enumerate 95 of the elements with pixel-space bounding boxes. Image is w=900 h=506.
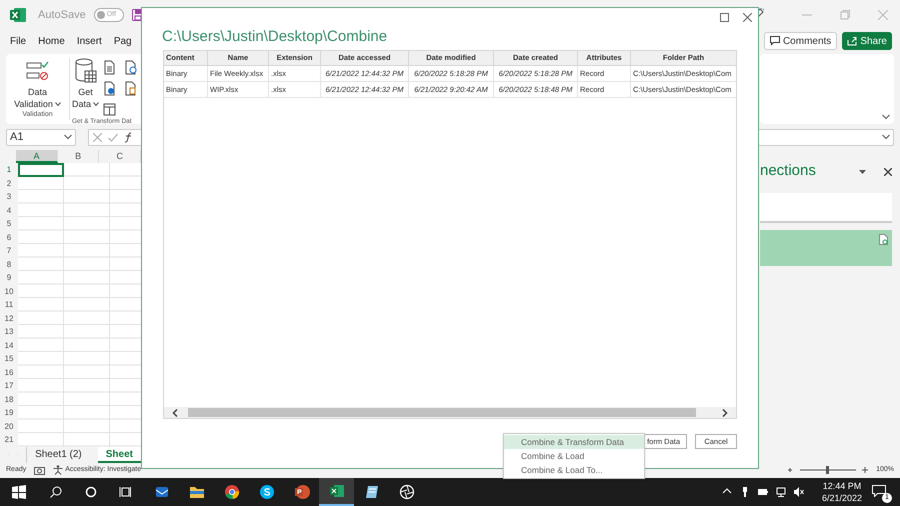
accessibility-icon xyxy=(53,465,64,476)
chevron-down-icon xyxy=(93,102,100,106)
horizontal-scrollbar[interactable] xyxy=(164,407,736,418)
notification-icon xyxy=(872,485,886,497)
share-icon xyxy=(847,36,858,46)
mute-speaker-icon xyxy=(794,487,804,497)
get-data-button[interactable]: Get Data xyxy=(72,58,100,117)
close-icon xyxy=(878,10,888,20)
column-header[interactable]: A xyxy=(16,150,58,164)
chevron-down-icon xyxy=(54,102,61,106)
button-label: Data xyxy=(72,98,92,110)
row-header[interactable]: 2 xyxy=(0,176,18,190)
table-file-icon xyxy=(124,80,138,96)
row-header[interactable]: 7 xyxy=(0,244,18,258)
zoom-slider-icon xyxy=(788,465,868,476)
dropdown-icon xyxy=(859,170,866,174)
notepad-icon xyxy=(364,484,380,500)
row-header[interactable]: 19 xyxy=(0,406,18,420)
refresh-file-icon xyxy=(879,234,888,245)
row-header[interactable]: 11 xyxy=(0,298,18,312)
formula-field[interactable] xyxy=(758,128,894,146)
mail-app-icon xyxy=(154,484,170,500)
row-header[interactable]: 21 xyxy=(0,433,18,447)
row-header[interactable]: 15 xyxy=(0,352,18,366)
search-icon xyxy=(50,486,62,498)
scroll-right-icon xyxy=(722,408,728,416)
browser-icon xyxy=(224,484,240,500)
sheet-tab[interactable]: Sheet1 (2) xyxy=(26,446,90,463)
maximize-icon xyxy=(720,13,729,22)
data-validation-button[interactable]: Data Validation xyxy=(14,60,61,110)
autosave-label: AutoSave xyxy=(38,8,86,23)
grid-icon xyxy=(103,102,116,117)
battery-icon xyxy=(758,487,768,497)
row-header[interactable]: 10 xyxy=(0,284,18,298)
folder-icon xyxy=(188,484,204,500)
camera-icon xyxy=(34,466,46,475)
validation-icon xyxy=(26,60,50,82)
row-header[interactable]: 1 xyxy=(0,163,18,177)
row-header[interactable]: 5 xyxy=(0,217,18,231)
check-icon xyxy=(108,132,118,142)
row-header[interactable]: 16 xyxy=(0,366,18,380)
restore-icon xyxy=(840,10,850,20)
scroll-left-icon xyxy=(172,408,178,416)
comments-button[interactable]: Comments xyxy=(764,32,838,50)
scrollbar-thumb[interactable] xyxy=(188,408,696,417)
row-header[interactable]: 4 xyxy=(0,204,18,218)
column-header[interactable]: B xyxy=(58,150,100,164)
ribbon-tab[interactable]: Insert xyxy=(76,34,102,49)
task-view-icon xyxy=(119,486,131,498)
cancel-icon xyxy=(93,132,102,142)
query-item[interactable] xyxy=(760,230,892,266)
windows-start-icon xyxy=(12,485,26,499)
skype-icon xyxy=(258,484,274,500)
row-header[interactable]: 20 xyxy=(0,420,18,434)
menu-item[interactable]: Combine & Load xyxy=(504,449,644,463)
chevron-down-icon xyxy=(882,134,890,140)
ribbon-tab[interactable]: Pag xyxy=(114,34,132,49)
selected-cell[interactable] xyxy=(18,163,64,177)
ribbon-tab[interactable]: Home xyxy=(38,34,65,49)
web-file-icon xyxy=(103,80,116,96)
button-label: Validation xyxy=(14,98,53,110)
share-button[interactable]: Share xyxy=(842,32,892,50)
row-header[interactable]: 12 xyxy=(0,312,18,326)
menu-item[interactable]: Combine & Transform Data xyxy=(504,435,644,449)
clock-date[interactable]: 6/21/2022 xyxy=(822,492,862,504)
clock-file-icon xyxy=(124,60,138,75)
network-icon xyxy=(776,487,786,497)
excel-app-icon xyxy=(328,483,344,499)
function-icon xyxy=(124,132,134,143)
circle-icon xyxy=(85,486,97,498)
clock-time[interactable]: 12:44 PM xyxy=(822,480,862,492)
menu-item[interactable]: Combine & Load To... xyxy=(504,463,644,477)
chevron-down-icon xyxy=(882,114,890,120)
row-header[interactable]: 3 xyxy=(0,190,18,204)
row-header[interactable]: 18 xyxy=(0,392,18,406)
comment-icon xyxy=(770,36,780,46)
dialog-title: C:\Users\Justin\Desktop\Combine xyxy=(161,28,388,46)
row-header[interactable]: 9 xyxy=(0,271,18,285)
sheet-tab[interactable]: Sheet xyxy=(98,446,141,463)
close-icon xyxy=(884,168,892,176)
excel-logo-icon xyxy=(10,7,26,24)
database-icon xyxy=(74,58,96,84)
row-header[interactable]: 13 xyxy=(0,325,18,339)
text-file-icon xyxy=(103,60,116,75)
name-box[interactable]: A1 xyxy=(6,128,76,146)
chevron-down-icon xyxy=(64,134,72,140)
row-header[interactable]: 8 xyxy=(0,258,18,272)
powerpoint-icon xyxy=(294,484,310,500)
close-icon xyxy=(743,13,752,22)
pane-title: nections xyxy=(760,161,817,182)
ribbon-tab[interactable]: File xyxy=(10,34,26,49)
row-header[interactable]: 6 xyxy=(0,230,18,244)
row-header[interactable]: 14 xyxy=(0,338,18,352)
row-header[interactable]: 17 xyxy=(0,379,18,393)
aperture-icon xyxy=(398,484,414,500)
